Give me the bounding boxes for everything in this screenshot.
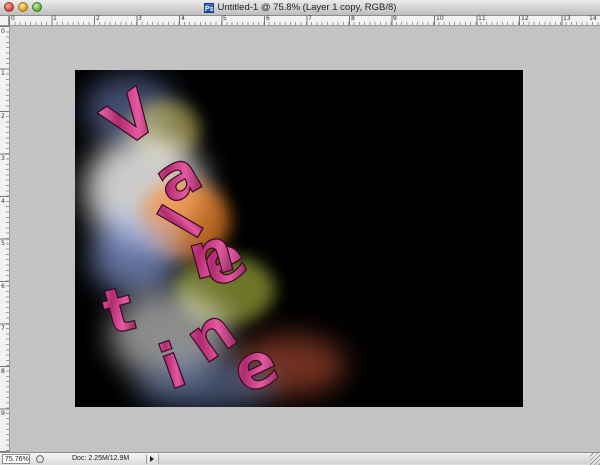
title-wrap: Ps Untitled-1 @ 75.8% (Layer 1 copy, RGB… [0, 0, 600, 15]
ruler-label: 7 [1, 325, 5, 332]
ruler-label: 2 [96, 15, 100, 22]
resize-grip-icon[interactable] [590, 453, 600, 465]
ruler-label: 4 [1, 198, 5, 205]
ruler-label: 0 [1, 28, 5, 35]
ruler-label: 0 [11, 15, 15, 22]
window-title: Untitled-1 @ 75.8% (Layer 1 copy, RGB/8) [217, 2, 397, 13]
zoom-level-field[interactable]: 75.76% [2, 454, 30, 464]
ruler-label: 10 [436, 15, 444, 22]
ruler-label: 12 [521, 15, 529, 22]
ruler-label: 2 [1, 113, 5, 120]
pasteboard[interactable]: V a l e n t i n e [10, 26, 600, 452]
ruler-label: 5 [1, 240, 5, 247]
ruler-label: 8 [351, 15, 355, 22]
ruler-label: 5 [223, 15, 227, 22]
ruler-label: 4 [181, 15, 185, 22]
ruler-label: 9 [393, 15, 397, 22]
title-bar[interactable]: Ps Untitled-1 @ 75.8% (Layer 1 copy, RGB… [0, 0, 600, 16]
ruler-label: 6 [1, 283, 5, 290]
ruler-label: 8 [1, 368, 5, 375]
ruler-label: 13 [563, 15, 571, 22]
ruler-label: 11 [478, 15, 486, 22]
ruler-label: 3 [138, 15, 142, 22]
ruler-label: 14 [589, 15, 597, 22]
status-icon[interactable] [36, 455, 44, 463]
ruler-origin[interactable] [0, 16, 9, 26]
status-bar: 75.76% Doc: 2.25M/12.9M [0, 452, 600, 465]
photoshop-document-icon: Ps [203, 2, 214, 13]
artwork: V a l e n t i n e [85, 74, 345, 407]
ruler-label: 3 [1, 155, 5, 162]
document-canvas[interactable]: V a l e n t i n e [75, 70, 523, 407]
status-menu-arrow-icon[interactable] [146, 455, 156, 464]
ruler-label: 1 [1, 70, 5, 77]
ruler-label: 7 [308, 15, 312, 22]
doc-size-info[interactable]: Doc: 2.25M/12.9M [72, 454, 129, 464]
ruler-label: 1 [53, 15, 57, 22]
horizontal-scrollbar[interactable] [158, 454, 591, 464]
ruler-label: 9 [1, 410, 5, 417]
vertical-ruler[interactable]: 0 1 2 3 4 5 6 7 8 9 [0, 26, 10, 452]
ruler-label: 6 [266, 15, 270, 22]
photoshop-document-window: Ps Untitled-1 @ 75.8% (Layer 1 copy, RGB… [0, 0, 600, 465]
horizontal-ruler[interactable]: 0 1 2 3 4 5 6 7 8 9 10 11 12 13 14 [9, 15, 600, 26]
